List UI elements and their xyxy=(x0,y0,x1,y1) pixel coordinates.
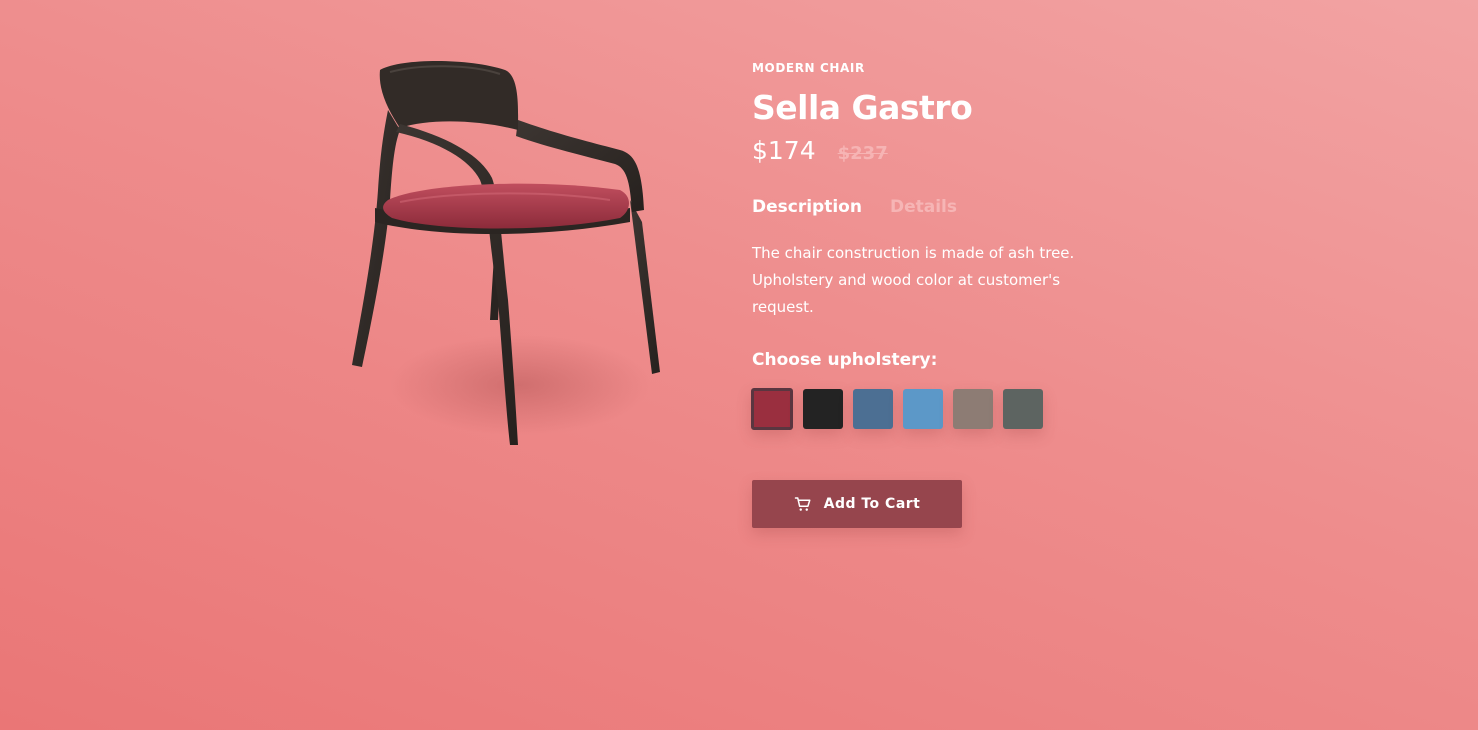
swatch-option[interactable] xyxy=(853,389,893,429)
product-category: MODERN CHAIR xyxy=(752,61,865,75)
swatch-option[interactable] xyxy=(903,389,943,429)
swatch-option[interactable] xyxy=(953,389,993,429)
product-description: The chair construction is made of ash tr… xyxy=(752,244,1075,316)
swatch-option[interactable] xyxy=(803,389,843,429)
cart-icon xyxy=(794,497,811,511)
product-title: Sella Gastro xyxy=(752,88,973,127)
swatch-option[interactable] xyxy=(1003,389,1043,429)
chair-image xyxy=(352,61,660,445)
tab-details[interactable]: Details xyxy=(890,196,957,218)
product-info: MODERN CHAIR Sella Gastro $174 $237 Desc… xyxy=(751,60,1152,528)
add-to-cart-button[interactable]: Add To Cart xyxy=(752,480,962,528)
old-price: $237 xyxy=(837,143,888,164)
price-row: $174 $237 xyxy=(752,136,1152,166)
swatch-option[interactable] xyxy=(751,388,793,430)
upholstery-swatches xyxy=(751,388,1152,430)
product-image xyxy=(330,50,690,470)
tab-description[interactable]: Description xyxy=(752,196,862,218)
product-tabs: Description Details xyxy=(752,196,1152,218)
upholstery-label: Choose upholstery: xyxy=(752,350,938,370)
add-to-cart-label: Add To Cart xyxy=(823,496,921,512)
current-price: $174 xyxy=(752,136,816,165)
